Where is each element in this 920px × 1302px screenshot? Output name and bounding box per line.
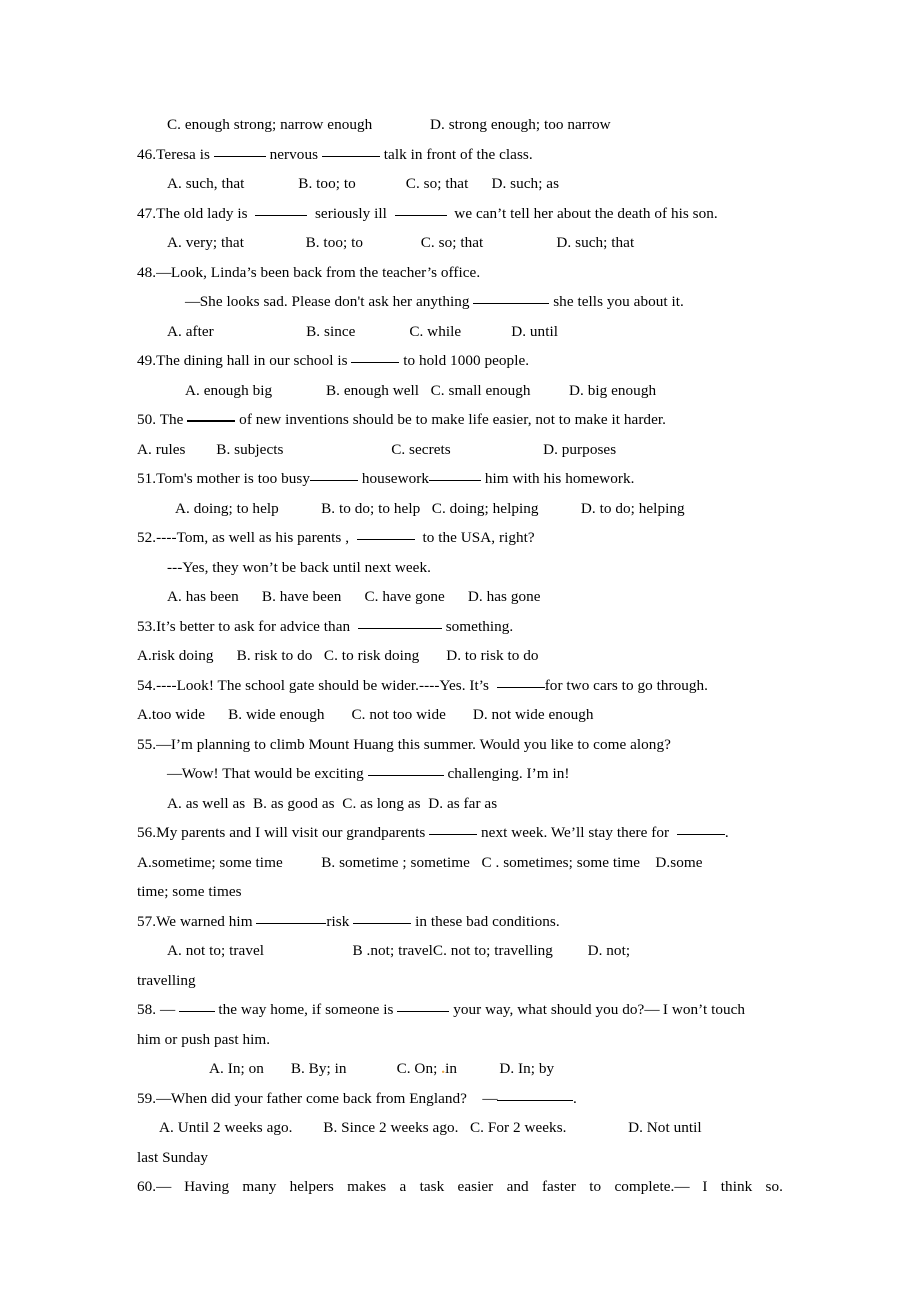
- option-line: C. enough strong; narrow enough D. stron…: [167, 116, 611, 133]
- question-stem-47: 47.The old lady is seriously ill we can’…: [137, 204, 718, 222]
- answer-blank[interactable]: [178, 1001, 215, 1012]
- question-stem-57: 57.We warned him risk in these bad condi…: [137, 912, 560, 930]
- answer-blank[interactable]: [676, 824, 725, 835]
- question-stem-59: 59.—When did your father come back from …: [137, 1089, 577, 1107]
- answer-blank[interactable]: [397, 1001, 450, 1012]
- question-stem-58-wrap: him or push past him.: [137, 1030, 271, 1048]
- option-line-55: A. as well as B. as good as C. as long a…: [167, 794, 498, 812]
- question-stem-60: 60.— Having many helpers makes a task ea…: [137, 1178, 783, 1195]
- option-line-58: A. In; on B. By; in C. On; .in D. In; by: [209, 1060, 555, 1077]
- answer-blank[interactable]: [496, 677, 545, 688]
- question-stem-53: 53.It’s better to ask for advice than so…: [137, 617, 514, 635]
- question-stem-51: 51.Tom's mother is too busy housework hi…: [137, 470, 635, 487]
- question-stem-46: 46.Teresa is nervous talk in front of th…: [137, 145, 533, 163]
- answer-blank[interactable]: [353, 913, 412, 924]
- option-line-54: A.too wide B. wide enough C. not too wid…: [137, 706, 594, 723]
- answer-blank[interactable]: [351, 352, 400, 363]
- option-line-51: A. doing; to help B. to do; to help C. d…: [175, 499, 685, 517]
- question-stem-52-reply: ---Yes, they won’t be back until next we…: [167, 558, 431, 576]
- question-stem-52: 52.----Tom, as well as his parents , to …: [137, 529, 535, 546]
- option-line-46: A. such, that B. too; to C. so; that D. …: [167, 175, 560, 192]
- question-stem-50: 50. The of new inventions should be to m…: [137, 410, 666, 428]
- question-stem-48-reply: —She looks sad. Please don't ask her any…: [185, 293, 684, 310]
- answer-blank[interactable]: [429, 470, 481, 481]
- option-line-56-wrap: time; some times: [137, 883, 242, 900]
- answer-blank[interactable]: [429, 824, 478, 835]
- answer-blank[interactable]: [255, 205, 308, 216]
- question-stem-54: 54.----Look! The school gate should be w…: [137, 676, 709, 694]
- option-line-53: A.risk doing B. risk to do C. to risk do…: [137, 647, 539, 664]
- option-line-56: A.sometime; some time B. sometime ; some…: [137, 853, 703, 871]
- orange-mark: .: [441, 1060, 446, 1077]
- option-line-49: A. enough big B. enough well C. small en…: [185, 381, 657, 399]
- question-stem-55: 55.—I’m planning to climb Mount Huang th…: [137, 735, 671, 753]
- question-stem-56: 56.My parents and I will visit our grand…: [137, 824, 729, 841]
- option-line-57-wrap: travelling: [137, 971, 196, 989]
- question-stem-48: 48.—Look, Linda’s been back from the tea…: [137, 263, 481, 281]
- answer-blank[interactable]: [367, 765, 444, 776]
- answer-blank[interactable]: [357, 618, 442, 629]
- worksheet-body: C. enough strong; narrow enough D. stron…: [137, 110, 783, 1202]
- document-page: C. enough strong; narrow enough D. stron…: [0, 0, 920, 1302]
- question-stem-55-reply: —Wow! That would be exciting challenging…: [167, 765, 570, 782]
- option-line-59-wrap: last Sunday: [137, 1148, 208, 1166]
- question-stem-49: 49.The dining hall in our school is to h…: [137, 352, 530, 369]
- option-line-48: A. after B. since C. while D. until: [167, 322, 559, 340]
- answer-blank[interactable]: [321, 146, 380, 157]
- question-stem-58: 58. — the way home, if someone is your w…: [137, 1001, 746, 1018]
- option-line-57: A. not to; travel B .not; travelC. not t…: [167, 942, 631, 959]
- answer-blank[interactable]: [310, 470, 359, 481]
- answer-blank[interactable]: [256, 913, 327, 924]
- option-line-52: A. has been B. have been C. have gone D.…: [167, 588, 541, 605]
- answer-blank[interactable]: [356, 529, 415, 540]
- answer-blank[interactable]: [213, 146, 266, 157]
- answer-blank[interactable]: [473, 293, 550, 304]
- answer-blank[interactable]: [497, 1090, 574, 1101]
- option-line-59: A. Until 2 weeks ago. B. Since 2 weeks a…: [159, 1119, 702, 1136]
- option-line-50: A. rules B. subjects C. secrets D. purpo…: [137, 440, 617, 458]
- answer-blank[interactable]: [187, 410, 236, 422]
- answer-blank[interactable]: [394, 205, 447, 216]
- option-line-47: A. very; that B. too; to C. so; that D. …: [167, 234, 635, 251]
